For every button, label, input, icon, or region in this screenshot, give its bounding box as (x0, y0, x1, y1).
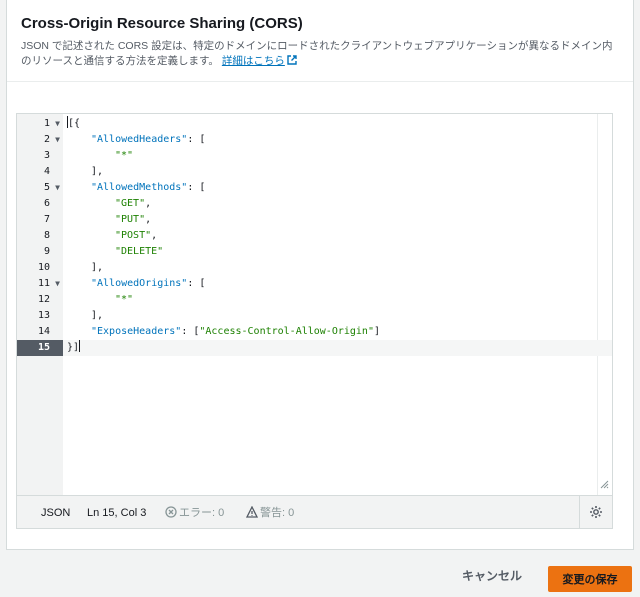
gutter-line: 12 (37, 294, 50, 305)
code-text-area[interactable]: [{ "AllowedHeaders": [ "*" ], "AllowedMe… (63, 114, 612, 495)
warning-icon (246, 506, 258, 518)
gutter-line: 10 (37, 262, 50, 273)
code-line-active: }] (63, 340, 612, 356)
gutter-line: 5 ▼ (17, 180, 63, 196)
fold-arrow-icon[interactable]: ▼ (55, 180, 60, 196)
resize-handle-icon[interactable] (600, 480, 609, 489)
learn-more-link[interactable]: 詳細はこちら (222, 55, 285, 67)
fold-arrow-icon[interactable]: ▼ (55, 116, 60, 132)
cursor-position: Ln 15, Col 3 (87, 507, 147, 519)
code-editor[interactable]: 1 ▼ 2 ▼ 3 4 5 ▼ 6 7 8 9 10 11 ▼ 12 13 14 15 … (16, 113, 613, 529)
code-line: "AllowedOrigins": [ (91, 278, 206, 289)
gutter-line-active: 15 (17, 340, 63, 356)
page-title: Cross-Origin Resource Sharing (CORS) (21, 15, 303, 32)
external-link-icon (287, 55, 297, 65)
error-count[interactable]: エラー: 0 (165, 506, 224, 520)
text-cursor (79, 340, 81, 352)
gutter-line: 14 (37, 326, 50, 337)
code-line: "AllowedMethods": [ (91, 182, 206, 193)
error-icon (165, 506, 177, 518)
fold-arrow-icon[interactable]: ▼ (55, 132, 60, 148)
code-line: "*" (115, 150, 134, 161)
code-line: "AllowedHeaders": [ (91, 134, 206, 145)
language-mode: JSON (41, 507, 71, 519)
fold-arrow-icon[interactable]: ▼ (55, 276, 60, 292)
code-line: "PUT", (115, 214, 152, 225)
gutter-line: 3 (43, 150, 50, 161)
editor-settings-button[interactable] (579, 496, 612, 528)
save-changes-button[interactable]: 変更の保存 (548, 566, 632, 592)
gutter-line: 4 (43, 166, 50, 177)
code-line: ], (91, 166, 104, 177)
gutter-line: 13 (37, 310, 50, 321)
code-line: [{ (67, 116, 81, 129)
gutter-line: 1 ▼ (17, 116, 63, 132)
panel-header: Cross-Origin Resource Sharing (CORS) JSO… (7, 0, 633, 82)
code-line: "ExposeHeaders": ["Access-Control-Allow-… (91, 326, 381, 337)
description-text: JSON で記述された CORS 設定は、特定のドメインにロードされたクライアン… (21, 40, 613, 67)
gutter-line: 11 ▼ (17, 276, 63, 292)
description: JSON で記述された CORS 設定は、特定のドメインにロードされたクライアン… (21, 39, 621, 69)
gutter-line: 6 (43, 198, 50, 209)
gutter-line: 9 (43, 246, 50, 257)
code-line: "GET", (115, 198, 152, 209)
gutter-line: 2 ▼ (17, 132, 63, 148)
code-line: "POST", (115, 230, 158, 241)
code-line: ], (91, 262, 104, 273)
warning-count[interactable]: 警告: 0 (246, 506, 294, 520)
gear-icon (590, 506, 602, 518)
cancel-button[interactable]: キャンセル (462, 567, 522, 584)
gutter-line: 8 (43, 230, 50, 241)
code-line: "*" (115, 294, 134, 305)
editor-status-bar: JSON Ln 15, Col 3 エラー: 0 警告: 0 (17, 495, 612, 528)
line-number-gutter: 1 ▼ 2 ▼ 3 4 5 ▼ 6 7 8 9 10 11 ▼ 12 13 14 15 (17, 114, 63, 495)
code-line: "DELETE" (115, 246, 164, 257)
gutter-line: 7 (43, 214, 50, 225)
code-line: ], (91, 310, 104, 321)
